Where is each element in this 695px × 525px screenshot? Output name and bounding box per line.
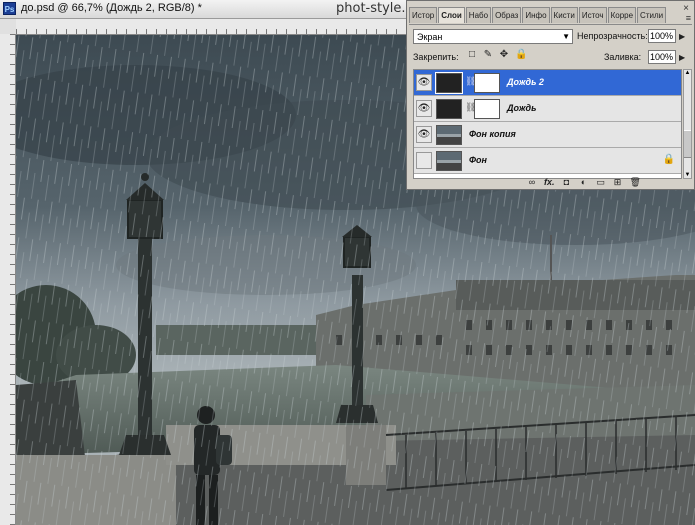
layers-panel: Истор Слои Набо Образ Инфо Кисти Источ К… <box>406 0 695 190</box>
layer-name[interactable]: Дождь 2 <box>507 77 544 87</box>
lock-move-icon[interactable]: ✥ <box>499 50 509 60</box>
tab-sets[interactable]: Набо <box>465 7 492 23</box>
tab-history[interactable]: Истор <box>409 7 438 23</box>
scroll-up-icon[interactable]: ▲ <box>684 70 691 76</box>
link-icon[interactable]: ∞ <box>527 177 537 188</box>
new-layer-icon[interactable]: ⊞ <box>613 177 623 188</box>
layer-thumbnail[interactable] <box>436 125 462 145</box>
mask-icon[interactable]: ◘ <box>562 177 572 188</box>
trash-icon[interactable]: 🗑 <box>630 177 641 188</box>
eye-icon-hidden[interactable]: 👁 <box>416 152 432 169</box>
eye-icon[interactable]: 👁 <box>416 126 432 143</box>
layer-name[interactable]: Фон копия <box>469 129 516 139</box>
fill-slider-arrow-icon[interactable]: ▶ <box>679 53 685 62</box>
layer-row-rain[interactable]: 👁 ⛓ Дождь <box>414 96 681 122</box>
layer-thumbnail[interactable] <box>435 72 463 94</box>
scrollbar-thumb[interactable] <box>684 130 691 158</box>
group-icon[interactable]: ▭ <box>596 177 606 188</box>
layer-name[interactable]: Фон <box>469 155 487 165</box>
layer-name[interactable]: Дождь <box>507 103 536 113</box>
tab-divider <box>409 24 692 25</box>
fill-input[interactable]: 100% <box>648 50 676 64</box>
photoshop-icon: Ps <box>3 2 16 15</box>
chevron-down-icon: ▼ <box>562 32 570 41</box>
tab-info[interactable]: Инфо <box>522 7 550 23</box>
lock-icon: 🔒 <box>662 154 675 165</box>
panel-menu-icon[interactable]: ≡ <box>686 13 691 23</box>
lock-label: Закрепить: <box>413 52 459 62</box>
layer-row-rain-2[interactable]: 👁 ⛓ Дождь 2 <box>414 70 681 96</box>
blend-mode-select[interactable]: Экран ▼ <box>413 29 573 44</box>
eye-icon[interactable]: 👁 <box>416 74 432 91</box>
fx-icon[interactable]: fx. <box>544 177 555 188</box>
lock-brush-icon[interactable]: ✎ <box>483 50 493 60</box>
layers-bottom-toolbar: ∞ fx. ◘ ◐ ▭ ⊞ 🗑 <box>527 177 641 188</box>
adjustment-icon[interactable]: ◐ <box>579 177 589 188</box>
ruler-corner[interactable] <box>0 19 17 35</box>
layers-scrollbar[interactable]: ▲ ▼ <box>683 69 692 179</box>
panel-tabs: Истор Слои Набо Образ Инфо Кисти Источ К… <box>409 7 667 24</box>
layer-mask-thumbnail[interactable] <box>474 73 500 93</box>
tab-layers[interactable]: Слои <box>438 7 465 23</box>
layer-thumbnail[interactable] <box>436 151 462 171</box>
lock-all-icon[interactable]: 🔒 <box>515 50 527 60</box>
layers-list: 👁 ⛓ Дождь 2 👁 ⛓ Дождь 👁 Фон копия 👁 Фон … <box>413 69 682 179</box>
tab-samples[interactable]: Образ <box>492 7 522 23</box>
layer-row-background-copy[interactable]: 👁 Фон копия <box>414 122 681 148</box>
tab-corrections[interactable]: Корре <box>607 7 637 23</box>
layer-thumbnail[interactable] <box>436 99 462 119</box>
tab-brushes[interactable]: Кисти <box>550 7 578 23</box>
tab-styles[interactable]: Стили <box>637 7 667 23</box>
layer-row-background[interactable]: 👁 Фон 🔒 <box>414 148 681 174</box>
layer-mask-thumbnail[interactable] <box>474 99 500 119</box>
fill-label: Заливка: <box>604 52 642 62</box>
lock-transparency-icon[interactable]: □ <box>467 50 477 60</box>
opacity-input[interactable]: 100% <box>648 29 676 43</box>
opacity-slider-arrow-icon[interactable]: ▶ <box>679 32 685 41</box>
blend-mode-value: Экран <box>417 32 443 42</box>
document-title: до.psd @ 66,7% (Дождь 2, RGB/8) * <box>21 2 202 14</box>
tab-source[interactable]: Источ <box>578 7 607 23</box>
scroll-down-icon[interactable]: ▼ <box>684 172 691 178</box>
vertical-ruler[interactable] <box>0 34 16 525</box>
lock-options: □ ✎ ✥ 🔒 <box>467 50 527 60</box>
eye-icon[interactable]: 👁 <box>416 100 432 117</box>
opacity-label: Непрозрачность: <box>577 31 648 41</box>
